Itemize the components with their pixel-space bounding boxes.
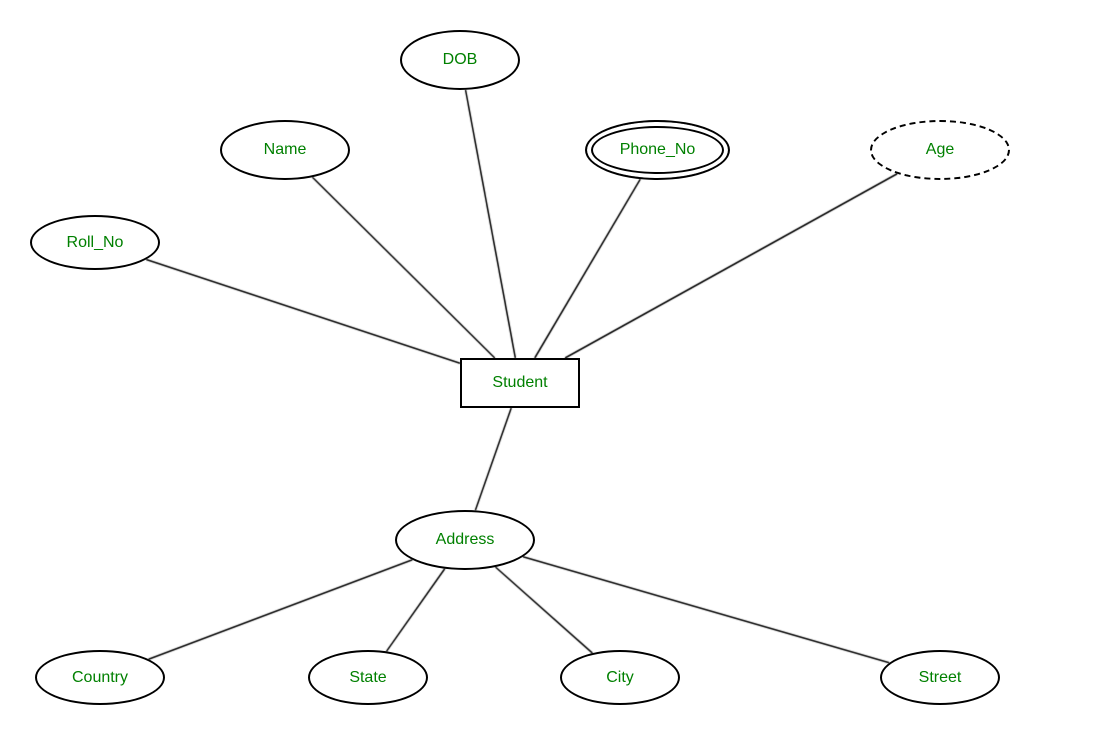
street-node: Street — [880, 650, 1000, 705]
roll-no-label: Roll_No — [67, 234, 124, 252]
country-node: Country — [35, 650, 165, 705]
student-node: Student — [460, 358, 580, 408]
state-node: State — [308, 650, 428, 705]
dob-node: DOB — [400, 30, 520, 90]
student-label: Student — [492, 374, 547, 392]
dob-label: DOB — [443, 51, 478, 69]
phone-no-node: Phone_No — [585, 120, 730, 180]
age-node: Age — [870, 120, 1010, 180]
er-diagram: Student DOB Name Roll_No Phone_No Age Ad… — [0, 0, 1112, 753]
roll-no-node: Roll_No — [30, 215, 160, 270]
age-label: Age — [926, 141, 954, 159]
address-node: Address — [395, 510, 535, 570]
name-node: Name — [220, 120, 350, 180]
country-label: Country — [72, 669, 128, 687]
address-label: Address — [436, 531, 495, 549]
city-label: City — [606, 669, 634, 687]
city-node: City — [560, 650, 680, 705]
street-label: Street — [919, 669, 962, 687]
state-label: State — [349, 669, 386, 687]
name-label: Name — [264, 141, 307, 159]
phone-no-label: Phone_No — [620, 141, 696, 159]
